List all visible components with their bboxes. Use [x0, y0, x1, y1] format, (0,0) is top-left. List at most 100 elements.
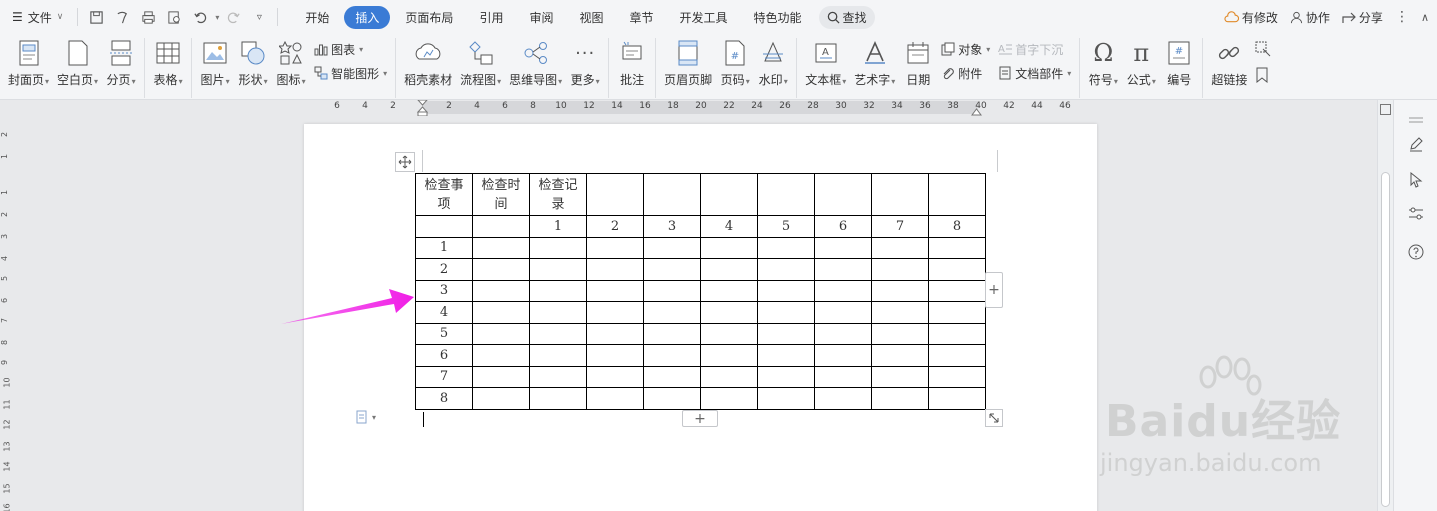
table-row-label[interactable]: 3 [415, 279, 473, 302]
table-cell[interactable] [814, 387, 872, 410]
object-button[interactable]: 对象 ▾ [941, 40, 990, 58]
table-cell[interactable] [700, 387, 758, 410]
table-cell[interactable] [586, 279, 644, 302]
shape-button[interactable]: 形状▾ [234, 38, 272, 96]
more-options-icon[interactable]: ⋮ [1395, 9, 1409, 25]
table-subheader-cell[interactable]: 5 [757, 215, 815, 238]
search-box[interactable]: 查找 [818, 5, 875, 29]
table-cell[interactable] [757, 322, 815, 345]
table-cell[interactable] [643, 365, 701, 388]
table-cell[interactable] [472, 301, 530, 324]
indent-marker-icon[interactable] [417, 100, 428, 116]
comment-button[interactable]: 批注 [613, 38, 651, 96]
paragraph-layout-button[interactable]: ▾ [356, 410, 376, 424]
format-painter-icon[interactable] [110, 5, 134, 29]
page-break-button[interactable]: 分页▾ [102, 38, 140, 96]
table-header-cell[interactable] [757, 173, 815, 216]
table-cell[interactable] [643, 387, 701, 410]
table-cell[interactable] [757, 236, 815, 259]
table-cell[interactable] [643, 344, 701, 367]
table-row-label[interactable]: 6 [415, 344, 473, 367]
page-number-button[interactable]: # 页码▾ [716, 38, 754, 96]
table-cell[interactable] [814, 258, 872, 281]
table-cell[interactable] [586, 301, 644, 324]
table-cell[interactable] [757, 387, 815, 410]
table-cell[interactable] [814, 301, 872, 324]
tab-chapter[interactable]: 章节 [618, 6, 664, 29]
table-cell[interactable] [529, 387, 587, 410]
table-header-cell[interactable] [871, 173, 929, 216]
settings-sliders-icon[interactable] [1406, 204, 1426, 224]
table-cell[interactable] [472, 344, 530, 367]
table-cell[interactable] [814, 236, 872, 259]
table-cell[interactable] [871, 365, 929, 388]
table-cell[interactable] [757, 258, 815, 281]
table-subheader-cell[interactable]: 2 [586, 215, 644, 238]
table-cell[interactable] [586, 387, 644, 410]
modified-button[interactable]: 有修改 [1224, 9, 1278, 26]
split-view-icon[interactable] [1380, 104, 1391, 115]
date-button[interactable]: 日期 [899, 38, 937, 96]
cover-page-button[interactable]: 封面页▾ [4, 38, 53, 96]
horizontal-ruler[interactable]: 6 4 2 2 4 6 8 10 12 14 16 18 20 22 24 26 28 30 32 34 36 38 40 4… [0, 100, 1377, 116]
tab-home[interactable]: 开始 [294, 6, 340, 29]
table-header-cell[interactable] [928, 173, 986, 216]
table-cell[interactable] [757, 344, 815, 367]
watermark-button[interactable]: 水印▾ [754, 38, 792, 96]
table-subheader-cell[interactable]: 6 [814, 215, 872, 238]
table-cell[interactable] [928, 387, 986, 410]
numbering-button[interactable]: # 编号 [1160, 38, 1198, 96]
table-subheader-cell[interactable]: 8 [928, 215, 986, 238]
table-cell[interactable] [700, 279, 758, 302]
table-header-cell[interactable]: 检查记录 [529, 173, 587, 216]
tab-review[interactable]: 审阅 [518, 6, 564, 29]
daoke-button[interactable]: 稻壳素材 [400, 38, 456, 96]
header-footer-button[interactable]: 页眉页脚 [660, 38, 716, 96]
table-header-cell[interactable] [814, 173, 872, 216]
table-cell[interactable] [529, 258, 587, 281]
picture-button[interactable]: 图片▾ [196, 38, 234, 96]
table-cell[interactable] [757, 365, 815, 388]
select-pointer-icon[interactable] [1406, 170, 1426, 190]
table-cell[interactable] [757, 279, 815, 302]
table-cell[interactable] [643, 279, 701, 302]
table-cell[interactable] [472, 236, 530, 259]
table-cell[interactable] [643, 322, 701, 345]
table-cell[interactable] [529, 236, 587, 259]
table-row-label[interactable]: 1 [415, 236, 473, 259]
icon-button[interactable]: 图标▾ [272, 38, 310, 96]
table-cell[interactable] [928, 279, 986, 302]
table-cell[interactable] [643, 301, 701, 324]
table-cell[interactable] [928, 365, 986, 388]
attachment-button[interactable]: 附件 [941, 64, 990, 82]
textbox-button[interactable]: A 文本框▾ [801, 38, 850, 96]
table-cell[interactable] [928, 301, 986, 324]
table-cell[interactable] [586, 322, 644, 345]
blank-page-button[interactable]: 空白页▾ [53, 38, 102, 96]
table-header-cell[interactable] [586, 173, 644, 216]
table-cell[interactable] [928, 236, 986, 259]
table-subheader-cell[interactable]: 7 [871, 215, 929, 238]
table-cell[interactable] [643, 236, 701, 259]
table-cell[interactable] [472, 258, 530, 281]
table-button[interactable]: 表格▾ [149, 38, 187, 96]
table-cell[interactable] [814, 365, 872, 388]
table-cell[interactable] [529, 344, 587, 367]
table-cell[interactable] [928, 344, 986, 367]
table-cell[interactable] [472, 322, 530, 345]
table-subheader-cell[interactable] [415, 215, 473, 238]
table-cell[interactable] [814, 279, 872, 302]
table-cell[interactable] [871, 236, 929, 259]
collab-button[interactable]: 协作 [1290, 9, 1330, 26]
table-row-label[interactable]: 5 [415, 322, 473, 345]
table-cell[interactable] [871, 279, 929, 302]
table-cell[interactable] [586, 258, 644, 281]
chart-button[interactable]: 图表 ▾ [314, 40, 387, 58]
table-cell[interactable] [700, 236, 758, 259]
undo-dropdown-icon[interactable]: ▾ [215, 13, 219, 22]
table-cell[interactable] [700, 344, 758, 367]
flowchart-button[interactable]: 流程图▾ [456, 38, 505, 96]
table-cell[interactable] [871, 258, 929, 281]
table-subheader-cell[interactable]: 3 [643, 215, 701, 238]
collapse-ribbon-icon[interactable]: ∧ [1421, 11, 1429, 24]
